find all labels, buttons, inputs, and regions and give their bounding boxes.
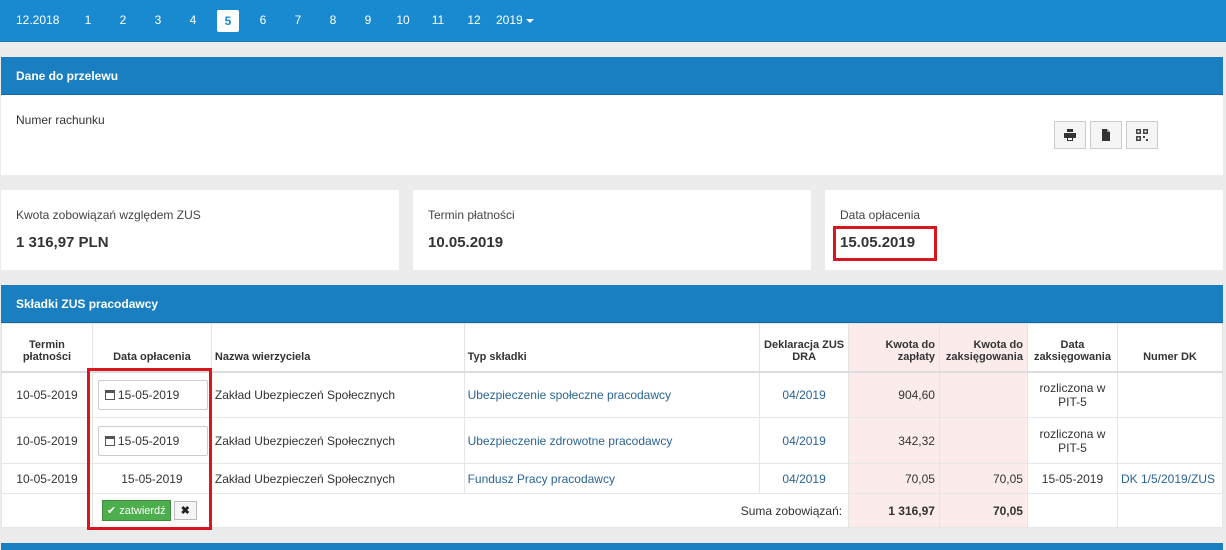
col-due[interactable]: Termin płatności (1, 323, 93, 373)
col-paid[interactable]: Data opłacenia (91, 323, 212, 373)
print-button[interactable] (1054, 121, 1086, 149)
due-date-label: Termin płatności (428, 208, 515, 222)
qr-code-icon (1136, 129, 1148, 141)
month-10[interactable]: 10 (392, 13, 414, 27)
month-3[interactable]: 3 (147, 13, 169, 27)
row-creditor: Zakład Ubezpieczeń Społecznych (210, 371, 465, 418)
row-to-post (938, 417, 1028, 464)
month-12[interactable]: 12 (463, 13, 485, 27)
col-declaration[interactable]: Deklaracja ZUS DRA (759, 323, 850, 373)
month-1[interactable]: 1 (77, 13, 99, 27)
month-8[interactable]: 8 (322, 13, 344, 27)
print-icon (1064, 129, 1076, 141)
row-creditor: Zakład Ubezpieczeń Społecznych (210, 417, 465, 464)
highlight-paid-column (87, 368, 212, 530)
highlight-paid-date (833, 226, 937, 261)
month-navigation: 12.2018 1 2 3 4 5 6 7 8 9 10 11 12 2019 (0, 0, 1226, 42)
amount-label: Kwota zobowiązań względem ZUS (16, 208, 201, 222)
amount-box: Kwota zobowiązań względem ZUS 1 316,97 P… (1, 190, 399, 270)
row-due-date: 10-05-2019 (1, 463, 93, 494)
row-type-link[interactable]: Ubezpieczenie zdrowotne pracodawcy (463, 417, 761, 464)
row-to-pay: 342,32 (848, 417, 940, 464)
prev-year-link[interactable]: 12.2018 (16, 13, 59, 27)
row-declaration-link[interactable]: 04/2019 (759, 417, 850, 464)
qr-code-button[interactable] (1126, 121, 1158, 149)
sum-to-pay: 1 316,97 (848, 493, 940, 528)
account-number-label: Numer rachunku (16, 113, 105, 127)
month-5-active[interactable]: 5 (217, 10, 239, 32)
transfer-panel-body: Numer rachunku (1, 95, 1223, 175)
row-to-post (938, 371, 1028, 418)
year-dropdown[interactable]: 2019 (496, 13, 534, 27)
row-post-date: rozliczona w PIT-5 (1026, 417, 1118, 464)
row-due-date: 10-05-2019 (1, 371, 93, 418)
col-creditor[interactable]: Nazwa wierzyciela (210, 323, 465, 373)
row-post-date: 15-05-2019 (1026, 463, 1118, 494)
row-to-pay: 904,60 (848, 371, 940, 418)
row-declaration-link[interactable]: 04/2019 (759, 371, 850, 418)
transfer-panel-title: Dane do przelewu (1, 57, 1223, 95)
col-type[interactable]: Typ składki (463, 323, 761, 373)
caret-down-icon (525, 18, 534, 23)
col-dk-number[interactable]: Numer DK (1116, 323, 1224, 373)
row-dk-number (1116, 371, 1224, 418)
due-date-value: 10.05.2019 (428, 234, 504, 251)
paid-date-label: Data opłacenia (840, 208, 921, 222)
col-post-date[interactable]: Data zaksięgowania (1026, 323, 1118, 373)
row-due-date: 10-05-2019 (1, 417, 93, 464)
document-button[interactable] (1090, 121, 1122, 149)
col-to-pay[interactable]: Kwota do zapłaty (848, 323, 940, 373)
next-panel-header (1, 543, 1223, 550)
sum-label: Suma zobowiązań: (210, 493, 850, 528)
row-to-post: 70,05 (938, 463, 1028, 494)
month-7[interactable]: 7 (287, 13, 309, 27)
row-declaration-link[interactable]: 04/2019 (759, 463, 850, 494)
row-dk-link[interactable]: DK 1/5/2019/ZUS (1116, 463, 1224, 494)
row-creditor: Zakład Ubezpieczeń Społecznych (210, 463, 465, 494)
sum-to-post: 70,05 (938, 493, 1028, 528)
year-dropdown-label: 2019 (496, 13, 523, 27)
empty-cell (1026, 493, 1118, 528)
month-9[interactable]: 9 (357, 13, 379, 27)
row-type-link[interactable]: Fundusz Pracy pracodawcy (463, 463, 761, 494)
row-dk-number (1116, 417, 1224, 464)
row-type-link[interactable]: Ubezpieczenie społeczne pracodawcy (463, 371, 761, 418)
empty-cell (1, 493, 93, 528)
row-post-date: rozliczona w PIT-5 (1026, 371, 1118, 418)
file-icon (1102, 129, 1110, 141)
contributions-panel-title: Składki ZUS pracodawcy (1, 285, 1223, 323)
row-to-pay: 70,05 (848, 463, 940, 494)
col-to-post[interactable]: Kwota do zaksięgowania (938, 323, 1028, 373)
amount-value: 1 316,97 PLN (16, 234, 109, 251)
month-2[interactable]: 2 (112, 13, 134, 27)
month-4[interactable]: 4 (182, 13, 204, 27)
empty-cell (1116, 493, 1224, 528)
month-11[interactable]: 11 (427, 13, 449, 27)
due-date-box: Termin płatności 10.05.2019 (413, 190, 811, 270)
month-6[interactable]: 6 (252, 13, 274, 27)
